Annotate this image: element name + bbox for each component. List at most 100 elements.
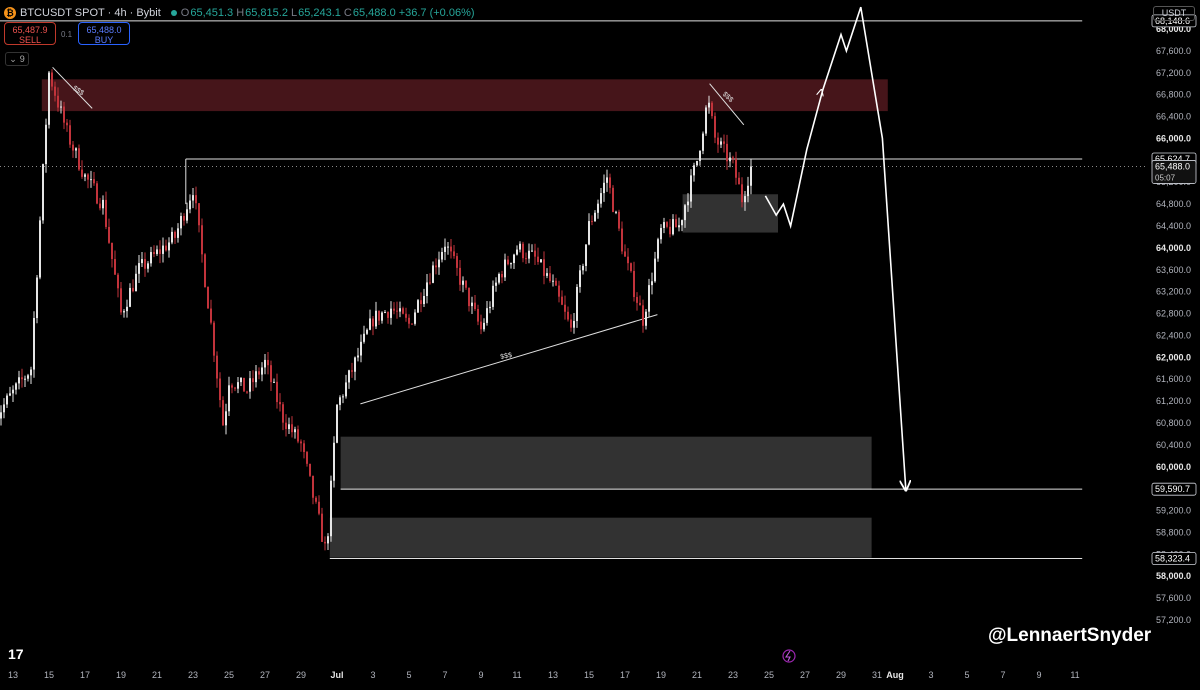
candle — [189, 194, 191, 214]
candle — [186, 202, 188, 224]
x-tick-label: 19 — [116, 670, 126, 680]
candle — [423, 288, 425, 308]
candle — [543, 251, 545, 285]
x-tick-label: 3 — [928, 670, 933, 680]
candle — [639, 295, 641, 306]
candle — [675, 214, 677, 228]
candle — [714, 112, 716, 144]
indicator-count: 9 — [19, 54, 25, 64]
candle — [297, 425, 299, 444]
candle — [537, 247, 539, 265]
price-chart[interactable]: $$$$$$$$$ 57,200.057,600.058,000.058,400… — [0, 0, 1200, 690]
candle — [213, 320, 215, 362]
y-tick-label: 58,000.0 — [1156, 571, 1191, 581]
candle — [402, 306, 404, 315]
high-value: 65,815.2 — [245, 7, 288, 19]
candle — [498, 272, 500, 285]
candle — [66, 118, 68, 132]
candle — [204, 253, 206, 288]
candle — [540, 258, 542, 263]
spread-value: 0.1 — [61, 30, 73, 39]
candle — [735, 151, 737, 185]
candle — [615, 210, 617, 215]
candle — [222, 396, 224, 426]
candle — [243, 377, 245, 392]
candle — [165, 239, 167, 252]
y-tick-label: 57,600.0 — [1156, 593, 1191, 603]
level-price-label: 59,590.7 — [1151, 482, 1197, 496]
chevron-down-icon: ⌄ — [9, 53, 17, 64]
candle — [738, 172, 740, 185]
candle — [558, 280, 560, 303]
candle — [534, 243, 536, 265]
sell-button[interactable]: 65,487.9 SELL — [4, 22, 56, 45]
x-tick-label: Jul — [330, 670, 343, 680]
candle — [36, 274, 38, 324]
candle — [237, 376, 239, 394]
candle — [15, 382, 17, 395]
candle — [384, 309, 386, 314]
candle — [627, 248, 629, 271]
demand-zone-2[interactable] — [340, 436, 872, 490]
candle — [150, 246, 152, 267]
candle — [201, 218, 203, 263]
last-price-label: 65,488.0 05:07 — [1151, 160, 1197, 184]
candle — [561, 290, 563, 306]
candle — [717, 132, 719, 153]
candle — [264, 354, 266, 375]
candle — [195, 186, 197, 210]
y-tick-label: 64,000.0 — [1156, 243, 1191, 253]
x-tick-label: 9 — [1036, 670, 1041, 680]
y-tick-label: 60,400.0 — [1156, 440, 1191, 450]
x-tick-label: 9 — [478, 670, 483, 680]
candle — [600, 188, 602, 208]
candle — [555, 277, 557, 286]
candle — [48, 70, 50, 129]
candle — [525, 252, 527, 264]
y-tick-label: 60,000.0 — [1156, 462, 1191, 472]
candle — [585, 244, 587, 272]
candle — [510, 262, 512, 269]
x-tick-label: 13 — [8, 670, 18, 680]
y-tick-label: 61,200.0 — [1156, 396, 1191, 406]
supply-zone[interactable] — [41, 79, 888, 112]
candle — [459, 260, 461, 291]
x-tick-label: 17 — [80, 670, 90, 680]
change-value: +36.7 (+0.06%) — [398, 7, 475, 19]
indicators-toggle[interactable]: ⌄ 9 — [5, 52, 29, 66]
candle — [345, 374, 347, 399]
candle — [471, 296, 473, 315]
candle — [312, 475, 314, 505]
candle — [261, 362, 263, 382]
annotations-layer: $$$ $$$$$$ — [71, 85, 734, 361]
candle — [120, 281, 122, 315]
candle — [582, 263, 584, 275]
candle — [444, 238, 446, 261]
candle — [477, 304, 479, 326]
tradingview-logo[interactable]: 17 — [8, 646, 24, 662]
candle — [501, 270, 503, 284]
demand-zone-1[interactable] — [682, 194, 778, 233]
symbol-title[interactable]: BTCUSDT SPOT · 4h · Bybit — [20, 7, 161, 19]
x-tick-label: 25 — [764, 670, 774, 680]
demand-zone-3[interactable] — [329, 517, 872, 558]
candle — [153, 245, 155, 258]
x-tick-label: 25 — [224, 670, 234, 680]
y-tick-label: 58,800.0 — [1156, 527, 1191, 537]
x-tick-label: 31 — [872, 670, 882, 680]
x-tick-label: 11 — [1070, 670, 1079, 680]
candle — [102, 195, 104, 215]
candle — [117, 272, 119, 298]
candle — [330, 475, 332, 542]
currency-selector[interactable]: USDT — [1153, 6, 1195, 21]
buy-button[interactable]: 65,488.0 BUY — [78, 22, 130, 45]
candle — [177, 223, 179, 243]
candle — [435, 258, 437, 275]
y-tick-label: 64,800.0 — [1156, 199, 1191, 209]
candle — [279, 393, 281, 412]
level-price-label: 58,323.4 — [1151, 552, 1197, 565]
x-tick-label: 5 — [406, 670, 411, 680]
candle — [126, 299, 128, 318]
lightning-icon[interactable] — [782, 649, 796, 663]
candle — [270, 360, 272, 392]
